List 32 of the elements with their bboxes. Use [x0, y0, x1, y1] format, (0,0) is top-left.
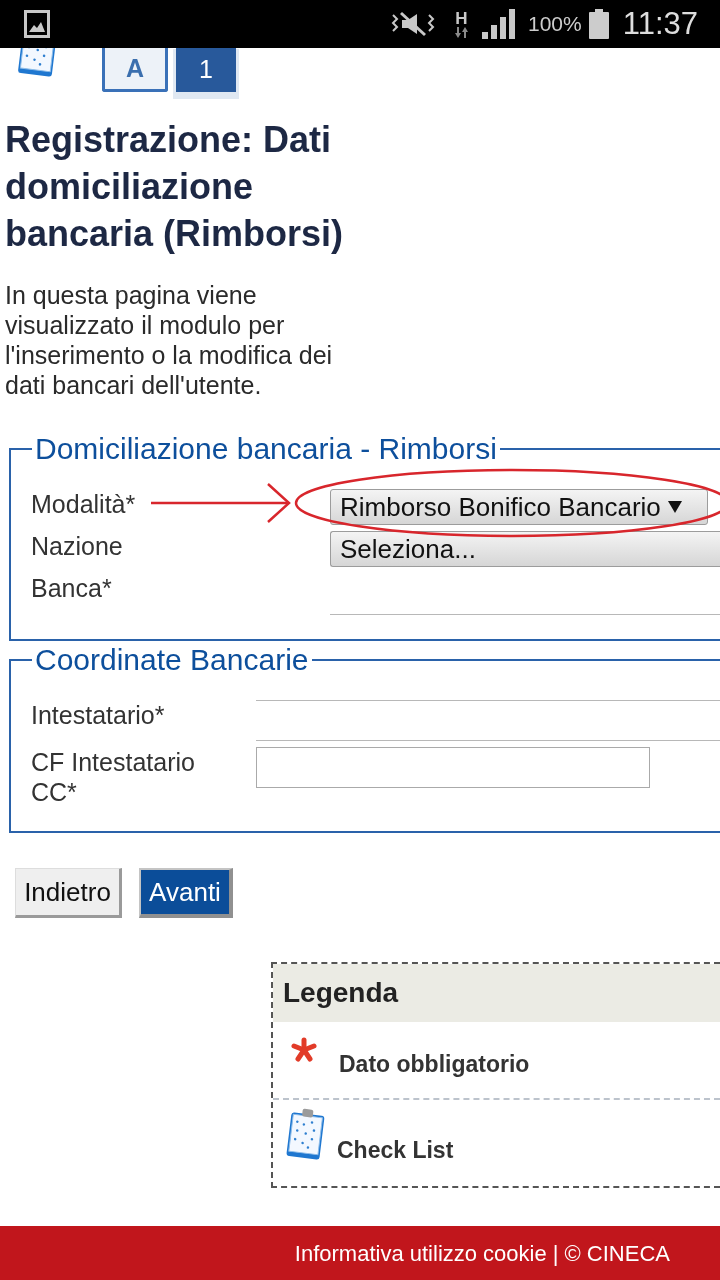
legend-item-label: Dato obbligatorio — [339, 1050, 530, 1078]
asterisk-icon — [290, 1037, 318, 1063]
field-label: Nazione — [31, 531, 124, 561]
clipboard-icon — [284, 1108, 327, 1161]
field-label: CF Intestatario CC* — [31, 747, 196, 807]
data-arrows-icon — [453, 27, 470, 38]
gallery-icon — [24, 10, 50, 38]
page-description: In questa pagina viene visualizzato il modulo per l'inserimento o la modifica dei dati bancari dell'utente. — [5, 280, 334, 400]
step-tab[interactable]: A — [102, 48, 168, 92]
field-label: Modalità* — [31, 489, 137, 519]
field-label: Banca* — [31, 573, 113, 603]
next-button[interactable]: Avanti — [139, 868, 233, 918]
back-button[interactable]: Indietro — [15, 868, 122, 918]
input-field[interactable] — [256, 747, 650, 788]
cookie-policy-link[interactable]: Informativa utilizzo cookie — [294, 1236, 547, 1270]
muted-speaker-icon — [390, 11, 436, 37]
network-type-label: H — [455, 10, 468, 27]
clock-time: 11:37 — [622, 6, 698, 42]
battery-icon — [588, 9, 609, 39]
select-field[interactable]: Seleziona... — [330, 531, 720, 567]
section-legend: Coordinate Bancarie — [32, 643, 312, 677]
legend-item-label: Check List — [337, 1136, 454, 1164]
signal-bars-icon — [482, 9, 515, 39]
field-label: Intestatario* — [31, 700, 166, 730]
input-field[interactable] — [256, 700, 720, 741]
caret-icon — [667, 501, 682, 513]
section-legend: Domiciliazione bancaria - Rimborsi — [32, 432, 500, 466]
copyright-text: | © CINECA — [552, 1239, 670, 1268]
battery-percentage: 100% — [528, 11, 582, 37]
page-title: Registrazione: Dati domiciliazione bancaria (Rimborsi) — [5, 118, 345, 256]
select-field[interactable]: Rimborso Bonifico Bancario — [330, 489, 708, 525]
legend-title: Legenda — [283, 976, 399, 1010]
